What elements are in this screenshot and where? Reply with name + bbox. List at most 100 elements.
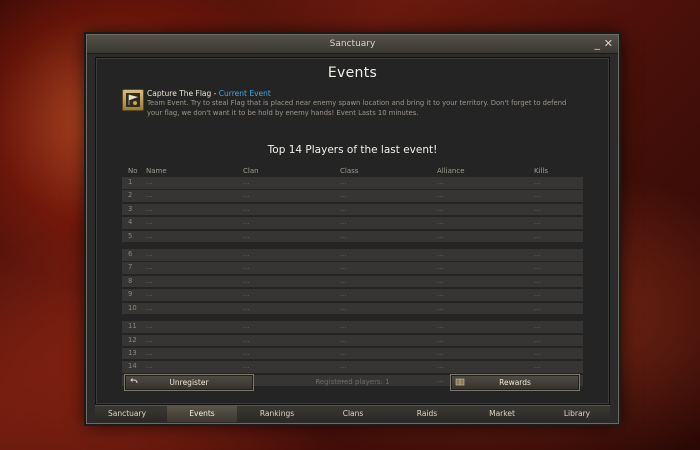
cell-kills: ... <box>534 322 541 331</box>
cell-alliance: ... <box>437 290 444 299</box>
cell-name: ... <box>146 322 153 331</box>
cell-kills: ... <box>534 178 541 186</box>
cell-no: 9 <box>128 290 133 299</box>
table-row: 13 ... ... ... ... ... <box>122 347 583 360</box>
cell-no: 14 <box>128 362 137 371</box>
table-row: 8 ... ... ... ... ... <box>122 275 583 288</box>
cell-kills: ... <box>534 191 541 200</box>
table-row: 5 ... ... ... ... ... <box>122 230 583 243</box>
cell-class: ... <box>340 250 347 259</box>
event-description: Team Event. Try to steal Flag that is pl… <box>147 99 567 117</box>
col-kills: Kills <box>534 167 549 175</box>
cell-alliance: ... <box>437 204 444 213</box>
cell-class: ... <box>340 322 347 331</box>
cell-no: 3 <box>128 204 133 213</box>
close-button[interactable]: ✕ <box>604 36 613 52</box>
cell-no: 5 <box>128 231 133 240</box>
rewards-icon <box>455 377 465 387</box>
cell-kills: ... <box>534 335 541 344</box>
cell-class: ... <box>340 362 347 371</box>
cell-name: ... <box>146 218 153 227</box>
tab-library[interactable]: Library <box>547 406 607 422</box>
cell-no: 13 <box>128 348 137 357</box>
cell-name: ... <box>146 290 153 299</box>
cell-clan: ... <box>243 204 250 213</box>
table-row: 6 ... ... ... ... ... <box>122 249 583 261</box>
cell-class: ... <box>340 218 347 227</box>
cell-clan: ... <box>243 191 250 200</box>
tab-events[interactable]: Events <box>167 406 237 422</box>
table-header: No Name Clan Class Alliance Kills <box>122 167 583 177</box>
cell-class: ... <box>340 276 347 285</box>
cell-class: ... <box>340 335 347 344</box>
table-row: 10 ... ... ... ... ... <box>122 302 583 315</box>
leaderboard-title: Top 14 Players of the last event! <box>267 144 438 156</box>
cell-alliance: ... <box>437 362 444 371</box>
event-flag-icon <box>122 89 144 111</box>
cell-kills: ... <box>534 290 541 299</box>
cell-no: 7 <box>128 263 133 272</box>
col-no: No <box>128 167 138 175</box>
page-title: Events <box>327 65 378 81</box>
col-name: Name <box>146 167 167 175</box>
cell-name: ... <box>146 276 153 285</box>
cell-name: ... <box>146 204 153 213</box>
cell-name: ... <box>146 303 153 312</box>
cell-name: ... <box>146 263 153 272</box>
cell-name: ... <box>146 335 153 344</box>
tab-sanctuary[interactable]: Sanctuary <box>95 406 159 422</box>
table-row: 2 ... ... ... ... ... <box>122 190 583 202</box>
cell-no: 6 <box>128 250 133 259</box>
tab-market[interactable]: Market <box>470 406 534 422</box>
table-row: 3 ... ... ... ... ... <box>122 203 583 216</box>
cell-class: ... <box>340 263 347 272</box>
tab-rankings[interactable]: Rankings <box>245 406 309 422</box>
cell-kills: ... <box>534 276 541 285</box>
minimize-button[interactable]: _ <box>595 36 601 52</box>
cell-class: ... <box>340 303 347 312</box>
table-row: 7 ... ... ... ... ... <box>122 262 583 274</box>
cell-kills: ... <box>534 348 541 357</box>
events-panel: Events Capture The Flag - Current Event … <box>95 57 610 405</box>
cell-alliance: ... <box>437 191 444 200</box>
event-name: Capture The Flag <box>147 89 212 98</box>
rewards-label: Rewards <box>499 378 531 387</box>
cell-class: ... <box>340 191 347 200</box>
event-title-separator: - <box>211 89 219 98</box>
cell-name: ... <box>146 250 153 259</box>
cell-clan: ... <box>243 276 250 285</box>
cell-clan: ... <box>243 218 250 227</box>
cell-kills: ... <box>534 263 541 272</box>
tab-raids[interactable]: Raids <box>397 406 457 422</box>
table-row: 11 ... ... ... ... ... <box>122 321 583 333</box>
cell-class: ... <box>340 348 347 357</box>
cell-name: ... <box>146 231 153 240</box>
cell-alliance: ... <box>437 263 444 272</box>
cell-name: ... <box>146 191 153 200</box>
window-titlebar[interactable]: Sanctuary _ ✕ <box>87 35 618 54</box>
col-clan: Clan <box>243 167 259 175</box>
cell-alliance: ... <box>437 231 444 240</box>
cell-no: 4 <box>128 218 133 227</box>
cell-kills: ... <box>534 218 541 227</box>
cell-name: ... <box>146 362 153 371</box>
rewards-button[interactable]: Rewards <box>450 374 580 391</box>
cell-alliance: ... <box>437 322 444 331</box>
table-row: 9 ... ... ... ... ... <box>122 289 583 301</box>
cell-no: 12 <box>128 335 137 344</box>
cell-class: ... <box>340 204 347 213</box>
cell-clan: ... <box>243 348 250 357</box>
cell-clan: ... <box>243 263 250 272</box>
cell-alliance: ... <box>437 335 444 344</box>
cell-kills: ... <box>534 231 541 240</box>
cell-alliance: ... <box>437 218 444 227</box>
cell-kills: ... <box>534 362 541 371</box>
cell-clan: ... <box>243 231 250 240</box>
cell-class: ... <box>340 290 347 299</box>
tab-clans[interactable]: Clans <box>321 406 385 422</box>
cell-kills: ... <box>534 303 541 312</box>
cell-alliance: ... <box>437 276 444 285</box>
cell-kills: ... <box>534 250 541 259</box>
col-class: Class <box>340 167 359 175</box>
cell-clan: ... <box>243 362 250 371</box>
